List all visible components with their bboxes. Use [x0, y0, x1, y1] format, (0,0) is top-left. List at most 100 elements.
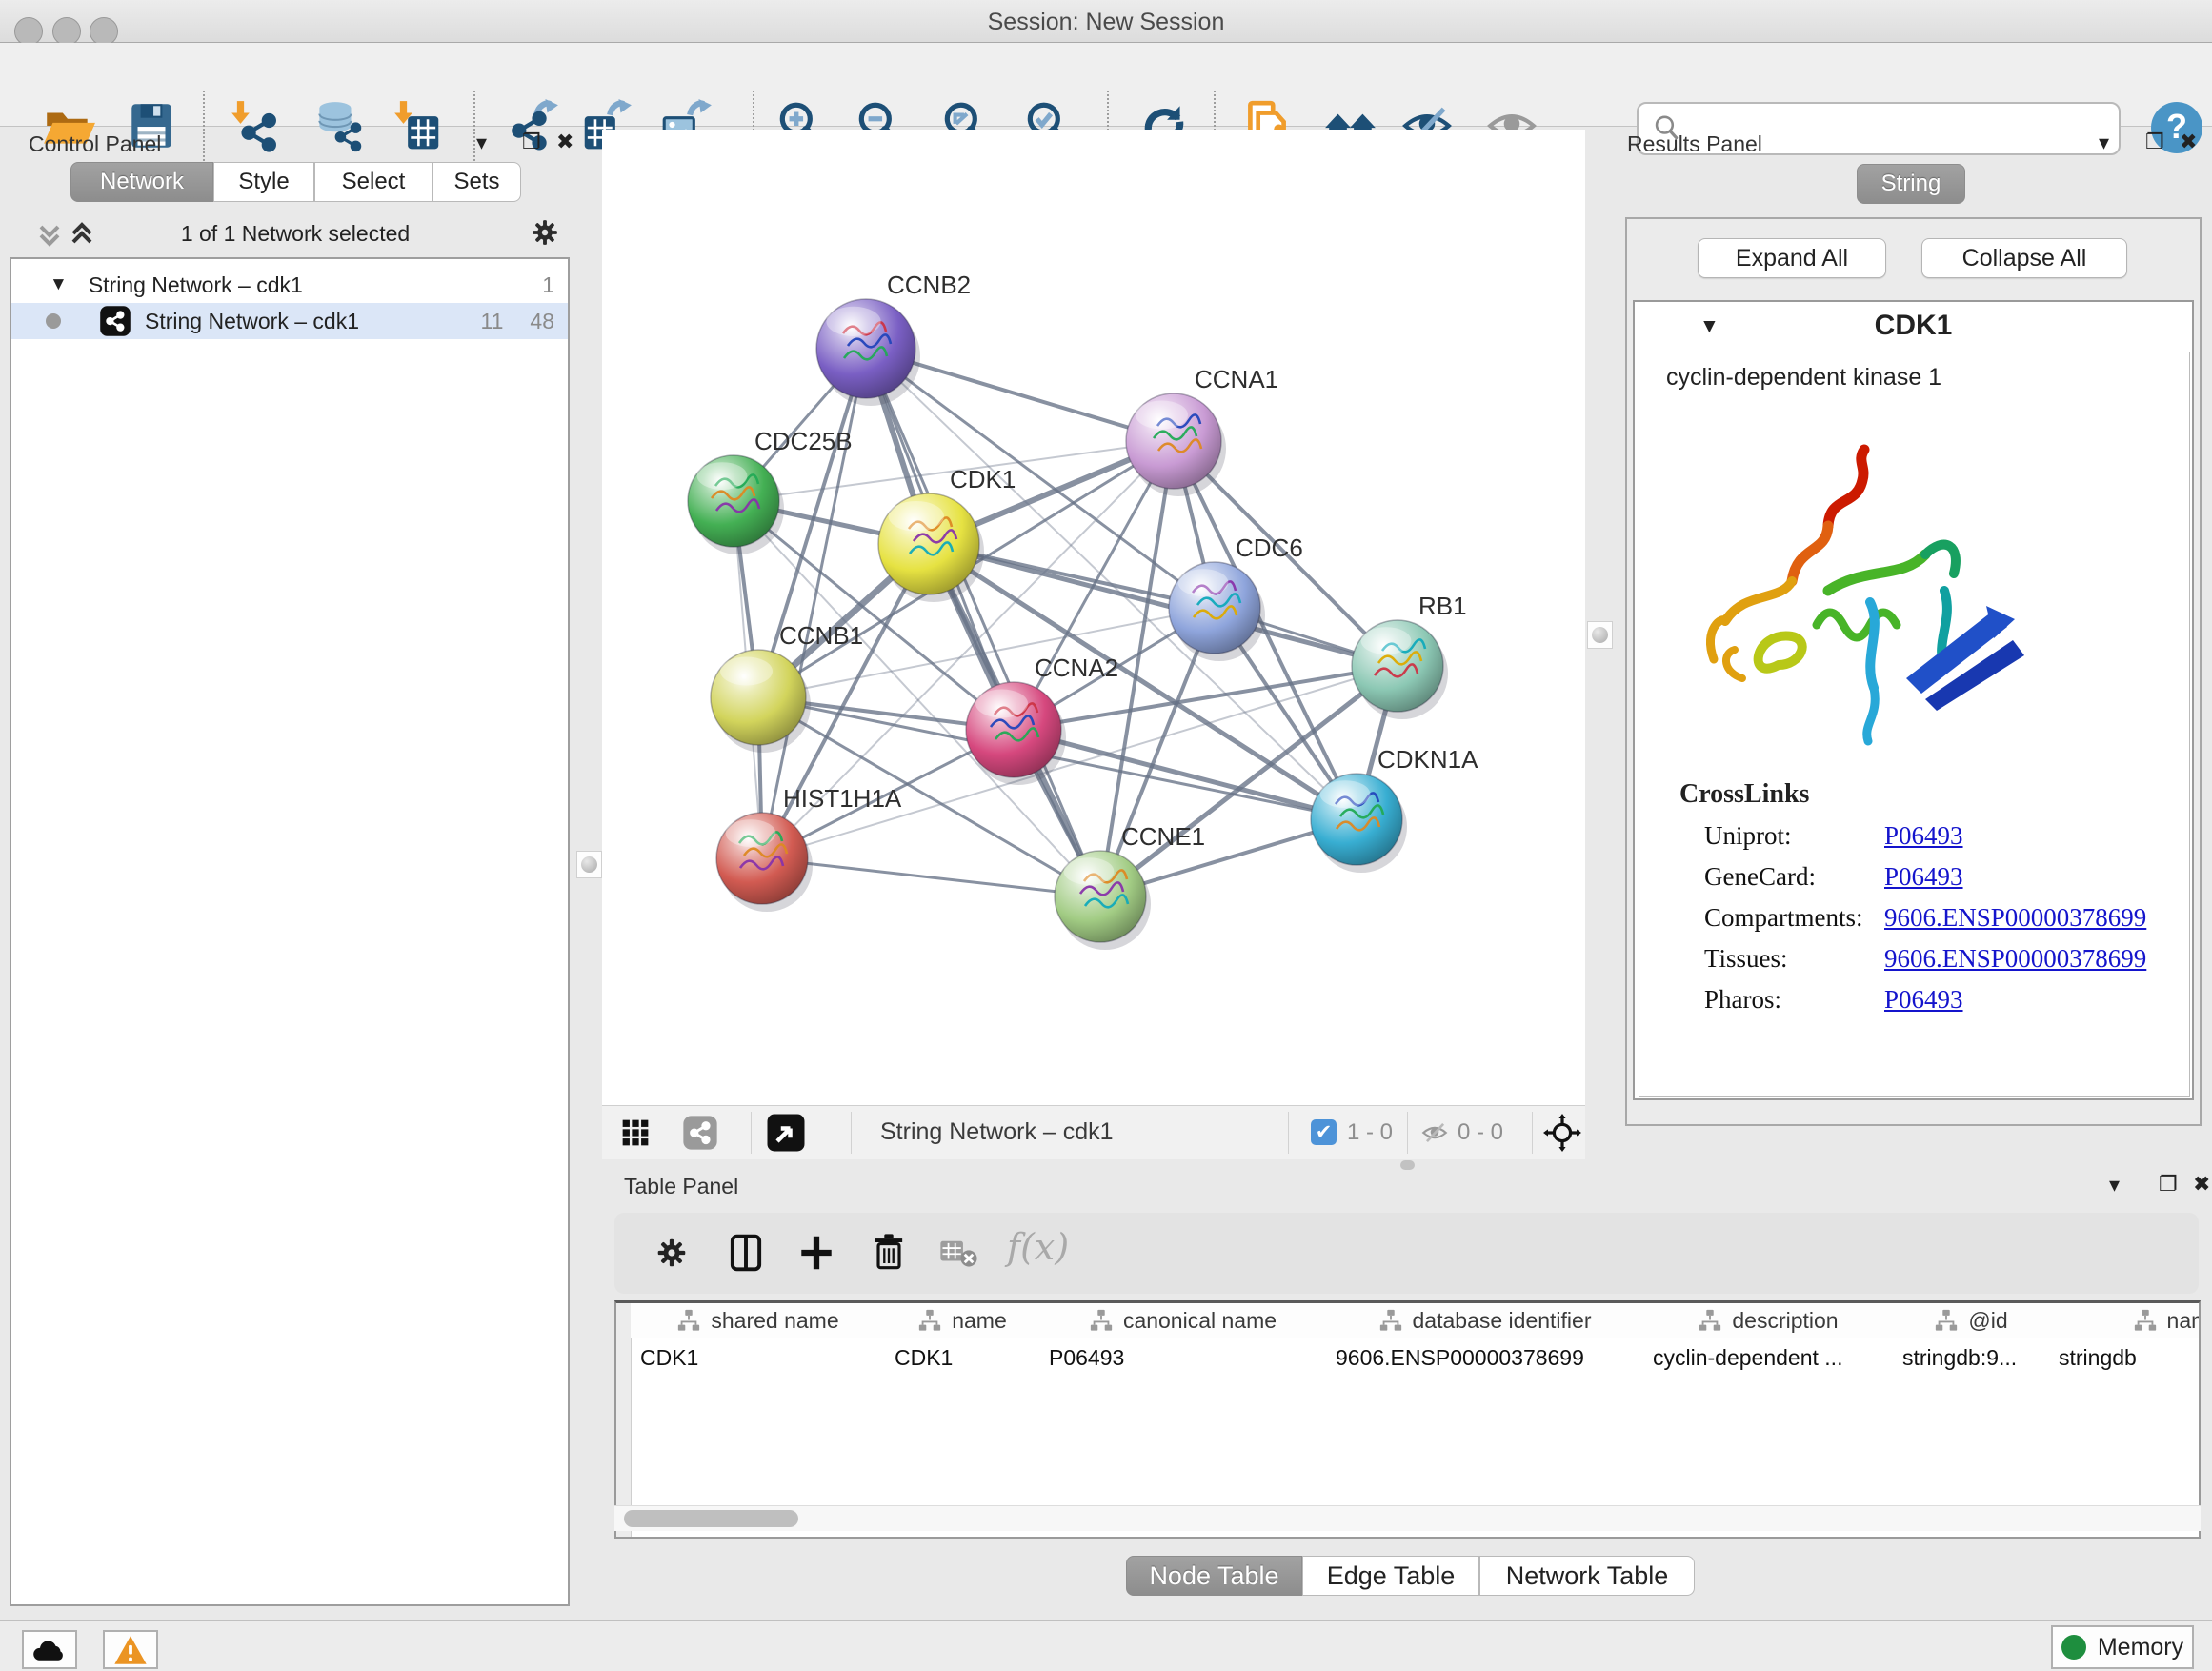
network-node-CCNA1[interactable] [1126, 393, 1226, 496]
selected-count: 1 - 0 [1347, 1119, 1393, 1146]
crosslink-value-link[interactable]: 9606.ENSP00000378699 [1884, 944, 2146, 974]
network-edge-CCNB2-HIST1H1A[interactable] [762, 349, 866, 858]
warnings-button[interactable] [103, 1630, 158, 1669]
network-edge-HIST1H1A-CCNE1[interactable] [762, 858, 1100, 896]
selected-checkbox-icon[interactable]: ✔ [1311, 1119, 1337, 1145]
network-tree: ▼ String Network – cdk1 1 String Network… [10, 257, 570, 1606]
cell-0-shared-name[interactable]: CDK1 [631, 1339, 885, 1377]
table-gear-icon[interactable] [653, 1234, 691, 1272]
crosslinks-list: Uniprot:P06493GeneCard:P06493Compartment… [1639, 821, 2189, 1026]
left-splitter-collapse-button[interactable] [576, 851, 602, 878]
network-collection-row[interactable]: ▼ String Network – cdk1 1 [11, 267, 568, 303]
crosslink-value-link[interactable]: P06493 [1884, 985, 1963, 1015]
column-header-canonical-name[interactable]: canonical name [1039, 1303, 1327, 1338]
network-node-count: 11 [481, 309, 504, 334]
column-header-name[interactable]: name [885, 1303, 1040, 1338]
cell-0-name[interactable]: CDK1 [885, 1339, 1039, 1377]
tab-network[interactable]: Network [70, 162, 213, 202]
expand-all-button[interactable]: Expand All [1698, 238, 1886, 278]
right-splitter-collapse-button[interactable] [1587, 621, 1613, 649]
title-bar: Session: New Session [0, 0, 2212, 43]
column-header-@id[interactable]: @id [1893, 1303, 2050, 1338]
cell-0-canonical-name[interactable]: P06493 [1039, 1339, 1326, 1377]
crosslink-row: Pharos: P06493 [1639, 985, 2189, 1026]
tab-network-table[interactable]: Network Table [1479, 1556, 1695, 1596]
hidden-eye-slash-icon [1419, 1118, 1450, 1147]
current-network-dot-icon [46, 313, 61, 329]
network-node-RB1[interactable] [1352, 620, 1448, 719]
network-node-CDC25B[interactable] [688, 455, 784, 554]
column-header-namespace[interactable]: namespace [2049, 1303, 2201, 1338]
node-table: shared namenamecanonical namedatabase id… [614, 1300, 2201, 1539]
memory-label: Memory [2098, 1634, 2183, 1661]
scrollbar-thumb[interactable] [624, 1510, 798, 1527]
collection-label: String Network – cdk1 [89, 272, 303, 298]
cell-0-description[interactable]: cyclin-dependent ... [1643, 1339, 1893, 1377]
crosslink-value-link[interactable]: 9606.ENSP00000378699 [1884, 903, 2146, 933]
control-panel-tabs: NetworkStyleSelectSets [70, 162, 521, 202]
horizontal-splitter-handle[interactable] [1400, 1160, 1415, 1170]
tab-style[interactable]: Style [213, 162, 314, 202]
detach-view-icon[interactable] [766, 1113, 806, 1153]
network-node-CCNA2[interactable] [966, 682, 1066, 785]
collection-expander-icon[interactable]: ▼ [50, 274, 68, 295]
entry-detail-card: cyclin-dependent kinase 1 CrossLinks Uni… [1639, 352, 2190, 1097]
control-panel: Control Panel ▾ ❐ ✖ NetworkStyleSelectSe… [10, 130, 572, 1608]
crosslink-row: Compartments:9606.ENSP00000378699 [1639, 903, 2189, 944]
warning-icon [113, 1635, 148, 1665]
crosslink-value-link[interactable]: P06493 [1884, 862, 1963, 892]
tab-edge-table[interactable]: Edge Table [1302, 1556, 1479, 1596]
network-options-gear-icon[interactable] [528, 215, 562, 250]
network-view-toolbar: String Network – cdk1 ✔ 1 - 0 0 - 0 [602, 1105, 1585, 1159]
cloud-button[interactable] [22, 1630, 77, 1669]
view-grid-mode-icon[interactable] [619, 1117, 652, 1149]
table-horizontal-scrollbar[interactable] [614, 1505, 2201, 1531]
undock-results-icon[interactable]: ❐ [2145, 131, 2164, 153]
network-node-CDKN1A[interactable] [1311, 774, 1407, 873]
birds-eye-crosshair-icon[interactable] [1543, 1114, 1581, 1152]
table-toolbar: f(x) [614, 1213, 2199, 1294]
float-panel-icon[interactable]: ▾ [476, 131, 487, 154]
tab-node-table[interactable]: Node Table [1126, 1556, 1302, 1596]
close-table-icon[interactable]: ✖ [2193, 1173, 2210, 1196]
network-edge-CDK1-RB1[interactable] [929, 544, 1398, 666]
column-header-description[interactable]: description [1643, 1303, 1894, 1338]
cell-0-database-identifier[interactable]: 9606.ENSP00000378699 [1326, 1339, 1643, 1377]
crosslink-value-link[interactable]: P06493 [1884, 821, 1963, 851]
network-node-CDK1[interactable] [878, 493, 984, 602]
cell-0-@id[interactable]: stringdb:9... [1893, 1339, 2049, 1377]
float-results-icon[interactable]: ▾ [2099, 131, 2109, 154]
network-edge-CCNB2-CCNE1[interactable] [866, 349, 1100, 896]
network-node-CDC6[interactable] [1169, 562, 1265, 661]
expand-all-tree-icon[interactable] [69, 219, 95, 250]
crosslink-label: Pharos: [1704, 985, 1781, 1015]
view-single-mode-icon[interactable] [682, 1115, 718, 1151]
close-panel-icon[interactable]: ✖ [556, 131, 573, 153]
show-columns-icon[interactable] [725, 1232, 767, 1274]
add-column-icon[interactable] [795, 1232, 837, 1274]
collapse-all-tree-icon[interactable] [36, 219, 63, 250]
network-row-label: String Network – cdk1 [145, 309, 359, 334]
collapse-all-button[interactable]: Collapse All [1921, 238, 2127, 278]
network-node-label-CDC6: CDC6 [1236, 534, 1303, 562]
delete-column-icon[interactable] [868, 1232, 910, 1274]
network-node-label-CDC25B: CDC25B [754, 427, 853, 455]
undock-table-icon[interactable]: ❐ [2159, 1173, 2178, 1196]
close-results-icon[interactable]: ✖ [2180, 131, 2197, 153]
column-header-database-identifier[interactable]: database identifier [1326, 1303, 1644, 1338]
undock-panel-icon[interactable]: ❐ [522, 131, 541, 153]
column-header-shared-name[interactable]: shared name [631, 1303, 886, 1338]
cell-0-namespace[interactable]: stringdb [2049, 1339, 2201, 1377]
network-canvas[interactable]: CCNB2CCNA1CDC25BCDK1CDC6RB1CCNB1CCNA2CDK… [602, 130, 1585, 1105]
cloud-icon [30, 1636, 69, 1664]
float-table-icon[interactable]: ▾ [2109, 1174, 2120, 1197]
network-node-HIST1H1A[interactable] [716, 813, 813, 912]
network-selection-status: 1 of 1 Network selected [124, 221, 467, 247]
tab-string[interactable]: String [1857, 164, 1965, 204]
tab-sets[interactable]: Sets [432, 162, 521, 202]
tab-select[interactable]: Select [314, 162, 432, 202]
table-panel-title: Table Panel [624, 1174, 738, 1199]
network-row-selected[interactable]: String Network – cdk1 11 48 [11, 303, 568, 339]
memory-button[interactable]: Memory [2051, 1625, 2194, 1669]
cytoscape-window: Session: New Session ? Control Panel ▾ ❐… [0, 0, 2212, 1671]
